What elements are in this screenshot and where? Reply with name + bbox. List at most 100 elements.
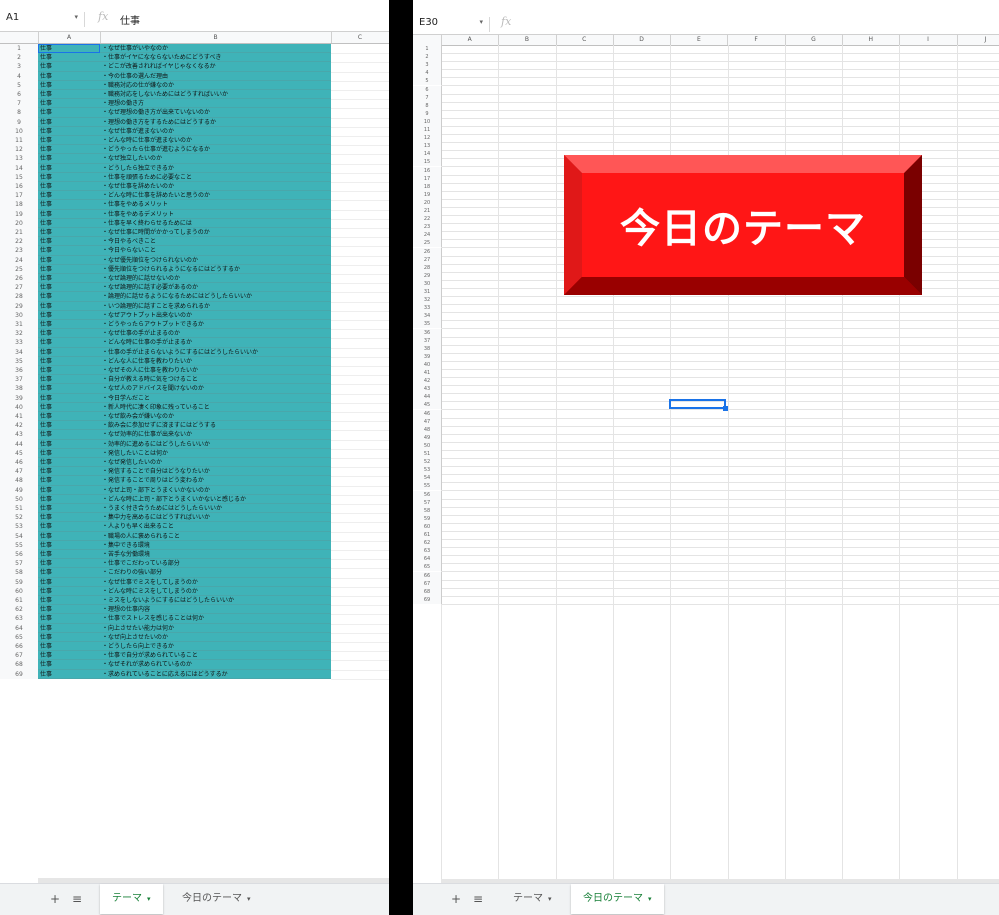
cell-question[interactable]: ・仕事がイヤになならないためにどうすべき — [100, 53, 331, 63]
row-number[interactable]: 64 — [413, 555, 442, 564]
row-number[interactable]: 45 — [413, 401, 442, 410]
chevron-down-icon[interactable]: ▾ — [548, 895, 552, 903]
column-header[interactable]: J — [957, 35, 999, 45]
row-number[interactable]: 9 — [0, 117, 39, 127]
row-number[interactable]: 5 — [413, 77, 442, 86]
cell-question[interactable]: ・発信することで周りはどう変わるか — [100, 476, 331, 486]
column-header[interactable]: B — [498, 35, 557, 45]
row-number[interactable]: 12 — [413, 134, 442, 143]
cell-category[interactable]: 仕事 — [38, 651, 100, 661]
row-cells[interactable] — [441, 596, 999, 605]
row-number[interactable]: 6 — [0, 90, 39, 100]
cell-category[interactable]: 仕事 — [38, 559, 100, 569]
cell-category[interactable]: 仕事 — [38, 614, 100, 624]
row-number[interactable]: 68 — [0, 660, 39, 670]
row-number[interactable]: 20 — [413, 198, 442, 207]
row-number[interactable]: 33 — [0, 338, 39, 348]
cell-question[interactable]: ・なぜ仕事に時間がかかってしまうのか — [100, 228, 331, 238]
cell-category[interactable]: 仕事 — [38, 632, 100, 642]
row-number[interactable]: 17 — [413, 174, 442, 183]
row-number[interactable]: 28 — [0, 292, 39, 302]
cell-category[interactable]: 仕事 — [38, 228, 100, 238]
cell-category[interactable]: 仕事 — [38, 356, 100, 366]
row-number[interactable]: 32 — [413, 296, 442, 305]
row-number[interactable]: 18 — [0, 200, 39, 210]
row-number[interactable]: 1 — [0, 44, 39, 54]
row-number[interactable]: 16 — [413, 166, 442, 175]
row-number[interactable]: 11 — [0, 136, 39, 146]
cell-category[interactable]: 仕事 — [38, 274, 100, 284]
cell-question[interactable]: ・仕事を早く終わらせるためには — [100, 218, 331, 228]
cell-category[interactable]: 仕事 — [38, 660, 100, 670]
column-header[interactable]: C — [556, 35, 614, 45]
cell-category[interactable]: 仕事 — [38, 53, 100, 63]
chevron-down-icon[interactable]: ▾ — [648, 895, 652, 903]
row-number[interactable]: 43 — [413, 385, 442, 394]
cell-question[interactable]: ・理想の働き方をするためにはどうするか — [100, 117, 331, 127]
cell-category[interactable]: 仕事 — [38, 467, 100, 477]
cell-question[interactable]: ・こだわりの強い部分 — [100, 568, 331, 578]
cell-question[interactable]: ・仕事でストレスを感じることは何か — [100, 614, 331, 624]
cell-question[interactable]: ・なぜ発信したいのか — [100, 458, 331, 468]
cell-question[interactable]: ・なぜ飲み会が嫌いなのか — [100, 412, 331, 422]
row-number[interactable]: 26 — [0, 274, 39, 284]
cell-question[interactable]: ・向上させたい能力は何か — [100, 623, 331, 633]
row-number[interactable]: 58 — [0, 568, 39, 578]
row-number[interactable]: 23 — [413, 223, 442, 232]
row-number[interactable]: 38 — [413, 344, 442, 353]
row-number[interactable]: 69 — [413, 595, 442, 604]
cell-question[interactable]: ・どんな時に仕事が進まないのか — [100, 136, 331, 146]
row-number[interactable]: 36 — [413, 328, 442, 337]
row-number[interactable]: 38 — [0, 384, 39, 394]
row-number[interactable]: 31 — [0, 320, 39, 330]
cell-question[interactable]: ・なぜそれが求められているのか — [100, 660, 331, 670]
row-number[interactable]: 8 — [0, 108, 39, 118]
cell-category[interactable]: 仕事 — [38, 412, 100, 422]
row-number[interactable]: 52 — [413, 458, 442, 467]
row-number[interactable]: 9 — [413, 109, 442, 118]
cell-question[interactable]: ・どうやったらアウトプットできるか — [100, 320, 331, 330]
cell-question[interactable]: ・職務対応をしないためにはどうすればいいか — [100, 90, 331, 100]
cell-category[interactable]: 仕事 — [38, 200, 100, 210]
cell-category[interactable]: 仕事 — [38, 513, 100, 523]
row-number[interactable]: 24 — [413, 231, 442, 240]
cell-category[interactable]: 仕事 — [38, 375, 100, 385]
row-number[interactable]: 59 — [413, 514, 442, 523]
cell-question[interactable]: ・なぜ理想の働き方が出来ていないのか — [100, 108, 331, 118]
cell-question[interactable]: ・効率的に進めるにはどうしたらいいか — [100, 439, 331, 449]
row-number[interactable]: 44 — [413, 393, 442, 402]
row-number[interactable]: 32 — [0, 329, 39, 339]
select-all-corner[interactable] — [0, 32, 39, 43]
cell-question[interactable]: ・どうしたら向上できるか — [100, 642, 331, 652]
row-number[interactable]: 39 — [0, 393, 39, 403]
cell-question[interactable]: ・なぜ仕事が進まないのか — [100, 126, 331, 136]
cell-category[interactable]: 仕事 — [38, 669, 100, 679]
cell-question[interactable]: ・どんな時に上司・部下とうまくいかないと感じるか — [100, 494, 331, 504]
cell-category[interactable]: 仕事 — [38, 338, 100, 348]
cell-category[interactable]: 仕事 — [38, 126, 100, 136]
cell-category[interactable]: 仕事 — [38, 458, 100, 468]
row-number[interactable]: 59 — [0, 577, 39, 587]
row-number[interactable]: 10 — [0, 126, 39, 136]
row-number[interactable]: 30 — [0, 310, 39, 320]
row-number[interactable]: 39 — [413, 352, 442, 361]
row-number[interactable]: 19 — [413, 190, 442, 199]
cell-category[interactable]: 仕事 — [38, 71, 100, 81]
cell-category[interactable]: 仕事 — [38, 596, 100, 606]
cell-category[interactable]: 仕事 — [38, 329, 100, 339]
cell-category[interactable]: 仕事 — [38, 586, 100, 596]
cell-category[interactable]: 仕事 — [38, 421, 100, 431]
selected-cell-e30[interactable] — [669, 399, 728, 411]
cell-question[interactable]: ・新人時代に凄く印象に残っていること — [100, 402, 331, 412]
row-number[interactable]: 30 — [413, 279, 442, 288]
column-header[interactable]: G — [785, 35, 844, 45]
cell-question[interactable]: ・どんな時に仕事の手が止まるか — [100, 338, 331, 348]
cell-category[interactable]: 仕事 — [38, 99, 100, 109]
cell-question[interactable]: ・どこが改善されればイヤじゃなくなるか — [100, 62, 331, 72]
row-number[interactable]: 66 — [0, 642, 39, 652]
cell-category[interactable]: 仕事 — [38, 430, 100, 440]
cell-category[interactable]: 仕事 — [38, 237, 100, 247]
row-number[interactable]: 21 — [0, 228, 39, 238]
row-number[interactable]: 63 — [0, 614, 39, 624]
row-number[interactable]: 66 — [413, 571, 442, 580]
